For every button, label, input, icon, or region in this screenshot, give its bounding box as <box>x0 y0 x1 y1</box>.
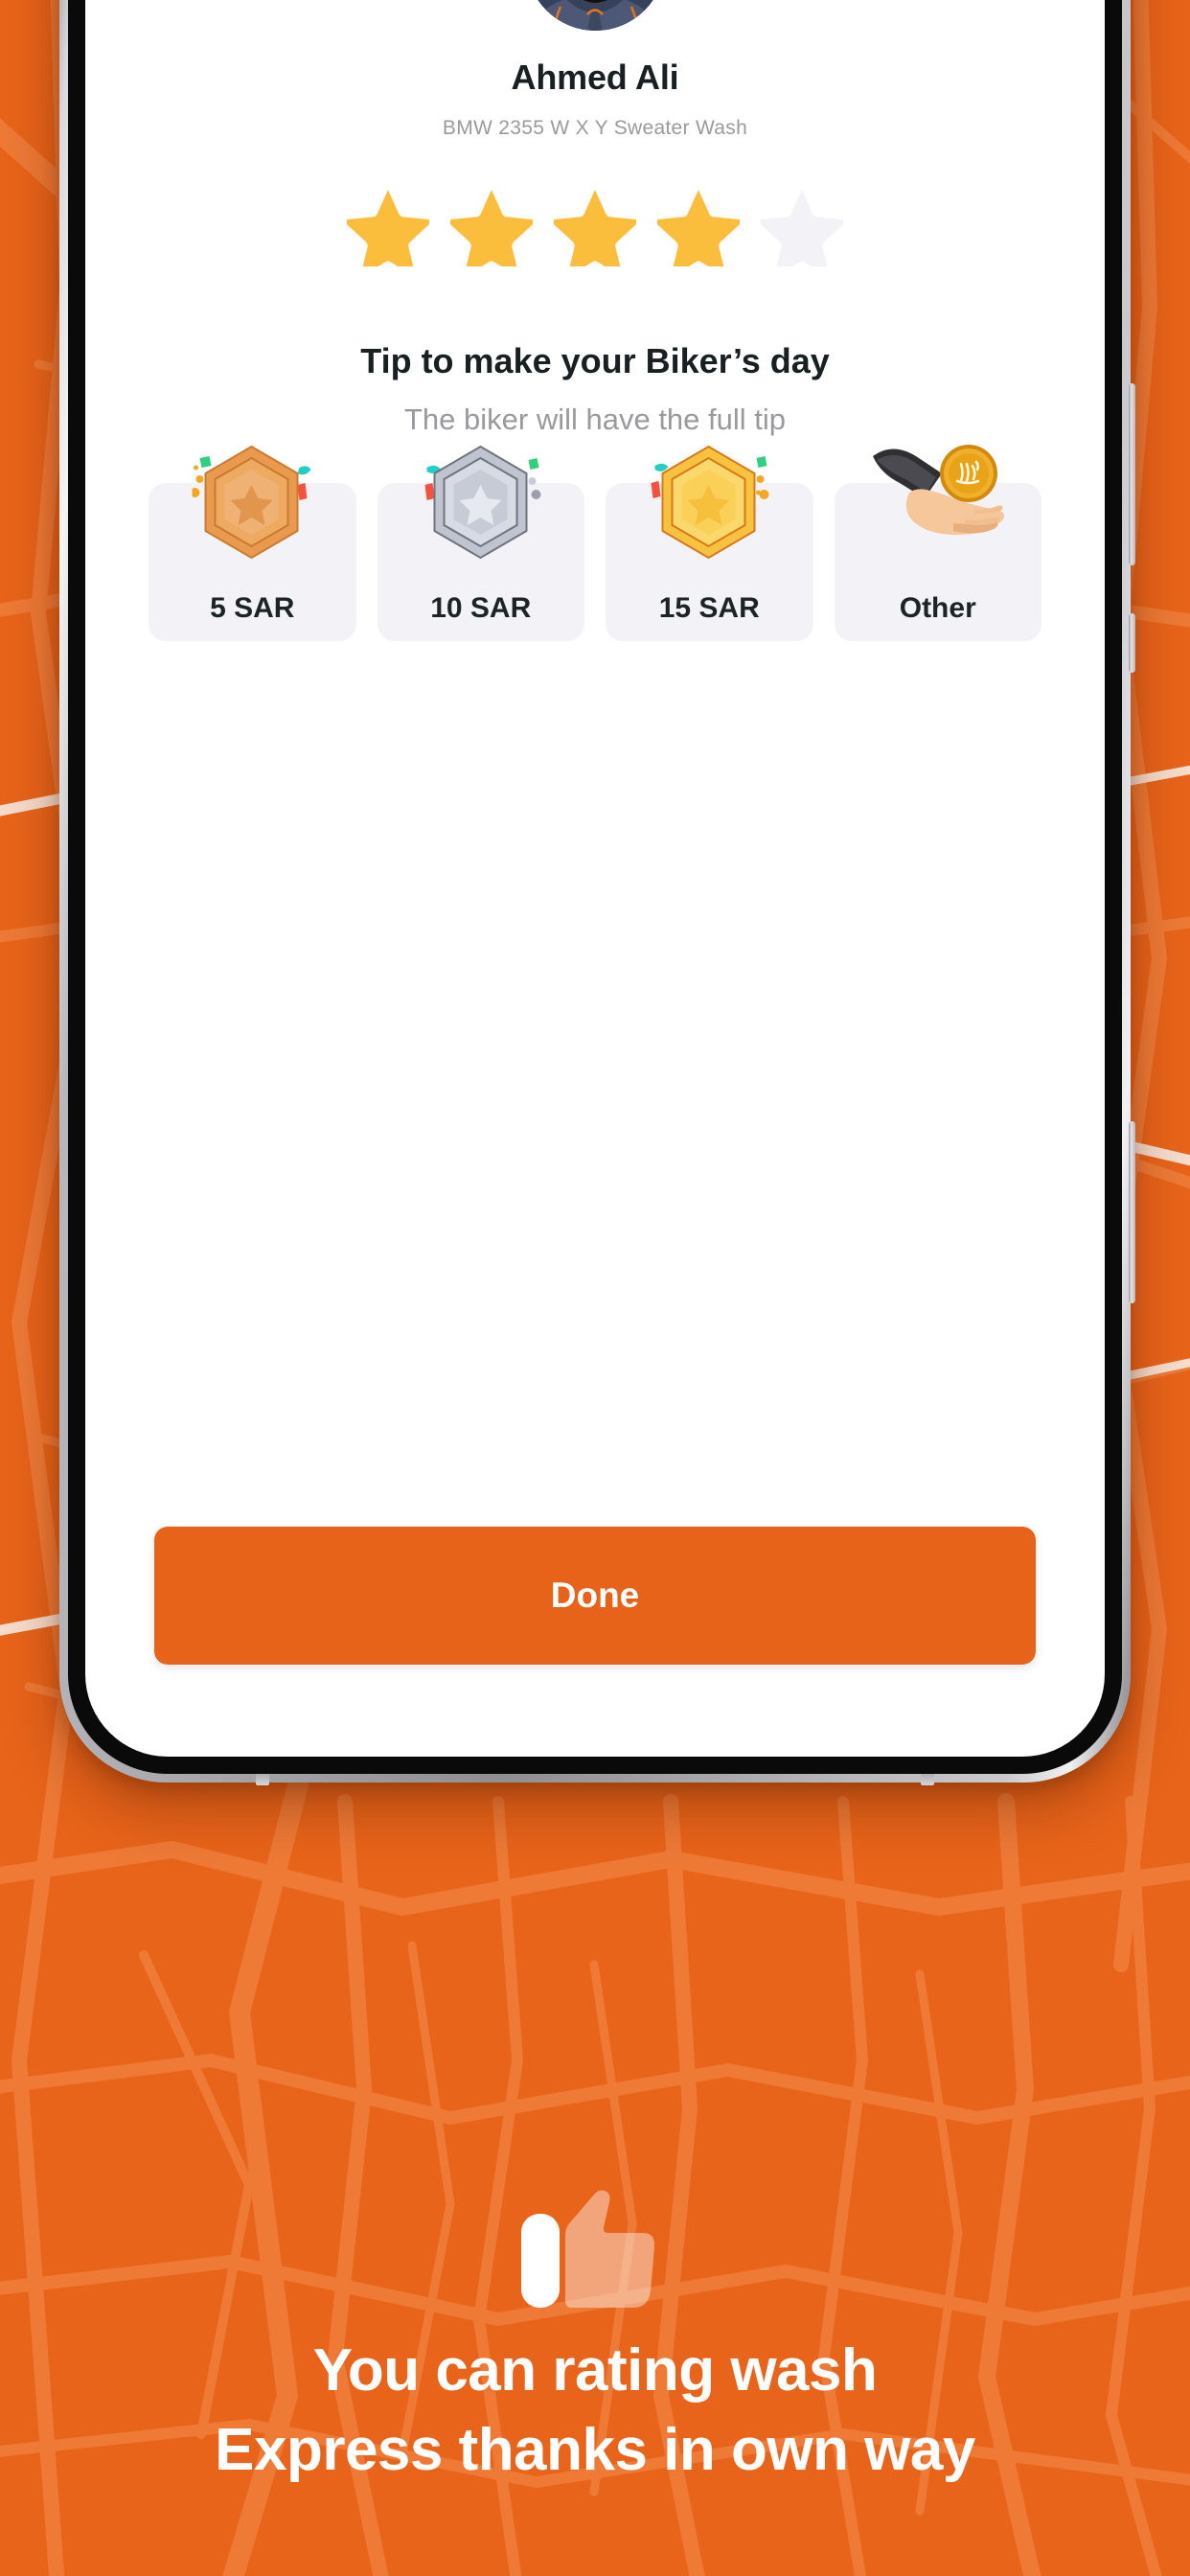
star-icon-4[interactable] <box>657 184 740 266</box>
star-icon-5[interactable] <box>761 184 843 266</box>
promo-line-2: Express thanks in own way <box>215 2417 975 2483</box>
tip-option-label: 5 SAR <box>210 592 295 624</box>
star-rating[interactable] <box>347 184 843 266</box>
star-icon-2[interactable] <box>450 184 533 266</box>
tip-title: Tip to make your Biker’s day <box>360 341 830 380</box>
silver-hexagon-badge-icon <box>424 445 541 560</box>
star-icon-1[interactable] <box>347 184 429 266</box>
rating-screen: Ahmed Ali BMW 2355 W X Y Sweater Wash Ti… <box>85 0 1105 1757</box>
tip-option-other[interactable]: Other <box>834 445 1041 641</box>
avatar-photo <box>525 0 665 31</box>
biker-details: BMW 2355 W X Y Sweater Wash <box>442 117 748 139</box>
phone-power-button[interactable] <box>1129 1121 1135 1303</box>
promo-section: You can rating wash Express thanks in ow… <box>0 2168 1190 2484</box>
star-icon-3[interactable] <box>554 184 636 266</box>
biker-name: Ahmed Ali <box>511 58 679 97</box>
tip-option-10-sar[interactable]: 10 SAR <box>377 445 584 641</box>
phone-screen: Ahmed Ali BMW 2355 W X Y Sweater Wash Ti… <box>85 0 1105 1757</box>
avatar <box>525 0 665 31</box>
tip-option-15-sar[interactable]: 15 SAR <box>606 445 813 641</box>
tip-subtitle: The biker will have the full tip <box>403 402 787 436</box>
thumbs-up-icon <box>521 2190 654 2308</box>
phone-mockup: Ahmed Ali BMW 2355 W X Y Sweater Wash Ti… <box>59 0 1135 1785</box>
phone-volume-down-button[interactable] <box>1129 613 1135 673</box>
tip-option-label: Other <box>899 592 976 624</box>
tip-options-row: 5 SAR 10 SAR 15 SAR Other <box>85 445 1105 641</box>
bronze-hexagon-badge-icon <box>192 445 311 560</box>
promo-line-1: You can rating wash <box>312 2337 878 2404</box>
phone-volume-up-button[interactable] <box>1129 383 1135 565</box>
tip-option-label: 10 SAR <box>430 592 532 624</box>
gold-hexagon-badge-icon <box>651 445 769 560</box>
done-button[interactable]: Done <box>154 1527 1036 1665</box>
tip-option-label: 15 SAR <box>658 592 760 624</box>
hand-with-coin-icon <box>872 445 1004 535</box>
tip-option-5-sar[interactable]: 5 SAR <box>149 445 356 641</box>
